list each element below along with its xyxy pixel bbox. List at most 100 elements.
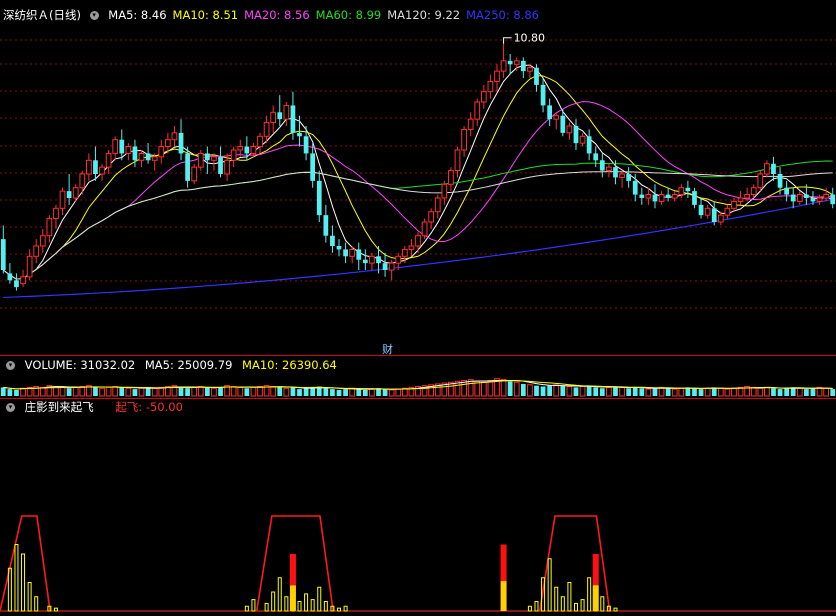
volume-bar bbox=[250, 386, 257, 397]
candle-body bbox=[388, 262, 395, 271]
indicator-header: ▾ 庄影到来起飞 起飞: -50.00 bbox=[3, 399, 189, 415]
candle-body bbox=[33, 245, 40, 257]
volume-bar bbox=[731, 387, 737, 397]
indicator-name: 庄影到来起飞 bbox=[24, 400, 94, 414]
volume-bar bbox=[599, 388, 605, 396]
indicator-bar bbox=[271, 591, 276, 612]
indicator-bar bbox=[251, 599, 256, 612]
volume-bar bbox=[204, 387, 210, 396]
indicator-bar bbox=[343, 605, 348, 612]
candle-body bbox=[20, 276, 26, 285]
volume-bar bbox=[613, 386, 618, 396]
indicator-bar bbox=[277, 577, 282, 612]
candle-body bbox=[336, 246, 342, 250]
indicator-bar bbox=[600, 596, 605, 612]
candle-body bbox=[777, 174, 783, 188]
volume-bar bbox=[658, 386, 665, 397]
volume-bar bbox=[362, 389, 368, 396]
candle-body bbox=[448, 170, 454, 185]
indicator-bar bbox=[53, 607, 58, 612]
candle-body bbox=[639, 194, 645, 198]
volume-bar bbox=[303, 388, 309, 396]
volume-chart[interactable] bbox=[0, 373, 836, 398]
volume-bar bbox=[191, 386, 198, 397]
candle-body bbox=[7, 273, 13, 281]
signal-bar-red bbox=[500, 544, 507, 582]
indicator-bar bbox=[14, 544, 19, 612]
candle-body bbox=[717, 214, 724, 223]
candle-body bbox=[263, 122, 270, 137]
candle-body bbox=[277, 112, 283, 120]
candle-body bbox=[560, 115, 566, 133]
candle-body bbox=[343, 249, 348, 257]
candle-body bbox=[474, 101, 481, 120]
volume-bar bbox=[579, 386, 586, 397]
volume-bar bbox=[151, 387, 158, 397]
candle-body bbox=[112, 139, 119, 154]
candle-body bbox=[421, 221, 428, 237]
candle-body bbox=[467, 118, 474, 130]
candle-body bbox=[132, 146, 138, 161]
candle-body bbox=[678, 187, 685, 196]
price-chart[interactable]: 10.80 bbox=[0, 18, 836, 356]
volume-bar bbox=[277, 387, 283, 396]
candle-body bbox=[224, 159, 230, 175]
candle-body bbox=[415, 235, 421, 247]
candle-body bbox=[164, 139, 171, 148]
volume-bar bbox=[211, 387, 217, 397]
ma-line bbox=[2, 160, 833, 280]
volume-bar bbox=[0, 387, 6, 396]
volume-bar bbox=[796, 387, 803, 397]
volume-bar bbox=[823, 387, 829, 397]
volume-bar bbox=[645, 388, 652, 397]
volume-bar bbox=[717, 387, 724, 397]
volume-bar bbox=[197, 386, 204, 397]
volume-bar bbox=[7, 389, 13, 396]
volume-bar bbox=[593, 387, 599, 396]
candle-body bbox=[428, 211, 435, 223]
volume-bar bbox=[343, 389, 348, 396]
volume-bar bbox=[270, 386, 277, 397]
candle-body bbox=[520, 60, 526, 72]
candle-body bbox=[125, 146, 132, 154]
volume-bar bbox=[652, 388, 658, 396]
volume-bar bbox=[145, 387, 151, 396]
candle-body bbox=[218, 156, 223, 174]
candle-body bbox=[731, 200, 737, 209]
candle-body bbox=[158, 146, 165, 158]
volume-bar bbox=[178, 387, 184, 396]
volume-bar bbox=[560, 385, 566, 396]
candle-body bbox=[171, 132, 178, 141]
candle-body bbox=[645, 194, 652, 199]
candle-body bbox=[204, 153, 210, 161]
volume-bar bbox=[356, 389, 362, 396]
candle-body bbox=[553, 115, 560, 120]
candle-body bbox=[527, 67, 533, 72]
volume-bar bbox=[79, 386, 86, 397]
signal-bar-yellow bbox=[500, 581, 507, 611]
candle-body bbox=[53, 207, 59, 220]
candle-body bbox=[566, 125, 573, 134]
candle-body bbox=[500, 60, 507, 72]
collapse-icon[interactable]: ▾ bbox=[6, 403, 15, 412]
indicator-trapezoid bbox=[538, 515, 611, 612]
candle-body bbox=[771, 163, 776, 174]
volume-bar bbox=[369, 388, 375, 397]
candle-body bbox=[658, 194, 665, 202]
volume-bar bbox=[724, 388, 731, 397]
volume-bar bbox=[323, 388, 329, 396]
volume-bar bbox=[804, 389, 809, 396]
volume-bar bbox=[619, 386, 625, 397]
high-marker-line bbox=[503, 37, 512, 44]
collapse-icon[interactable]: ▾ bbox=[6, 361, 15, 370]
volume-bar bbox=[606, 386, 612, 397]
volume-bar bbox=[750, 386, 757, 397]
candle-body bbox=[613, 167, 618, 178]
indicator-chart[interactable] bbox=[0, 414, 836, 614]
candle-body bbox=[461, 128, 467, 151]
candle-body bbox=[823, 194, 829, 199]
volume-bar bbox=[626, 388, 632, 396]
candle-body bbox=[711, 208, 717, 222]
volume-bar bbox=[704, 387, 711, 397]
candle-body bbox=[626, 174, 632, 181]
